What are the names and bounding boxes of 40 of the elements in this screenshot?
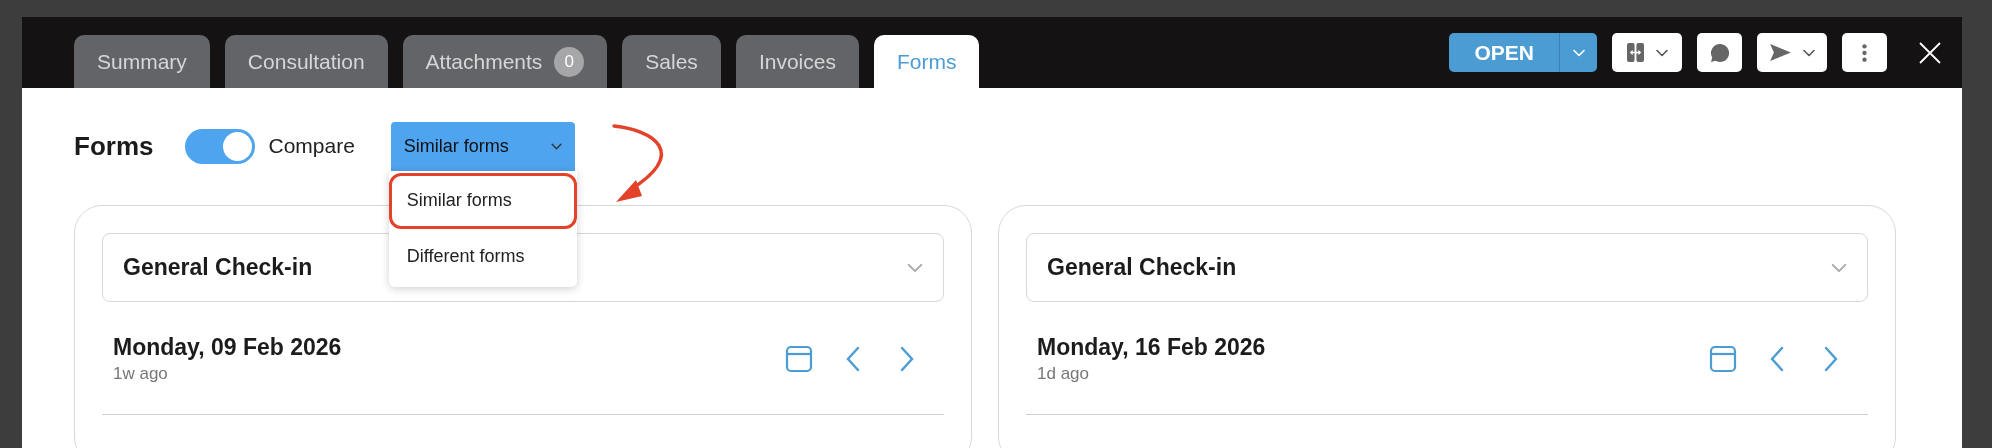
chevron-right-icon — [1824, 346, 1838, 372]
close-icon — [1918, 40, 1942, 65]
chat-button[interactable] — [1697, 33, 1742, 72]
compare-toggle[interactable] — [185, 128, 256, 164]
tab[interactable]: Invoices — [735, 35, 859, 88]
relative-time: 1w ago — [113, 363, 169, 385]
compare-menu-button[interactable] — [1612, 33, 1682, 72]
send-menu-button[interactable] — [1757, 33, 1827, 72]
count-badge: 0 — [554, 46, 585, 77]
more-icon — [1862, 42, 1867, 63]
chevron-right-icon — [900, 346, 914, 372]
tab[interactable]: Sales — [622, 35, 721, 88]
chevron-left-icon — [1770, 346, 1784, 372]
toggle-label: Compare — [268, 133, 355, 160]
chevron-left-icon — [846, 346, 860, 372]
form-date: Monday, 16 Feb 2026 — [1037, 333, 1266, 362]
chat-bubble-icon — [1709, 42, 1730, 63]
caret-icon — [907, 262, 923, 273]
send-icon — [1769, 44, 1791, 61]
caret-icon — [1655, 48, 1668, 57]
form-filter-select[interactable]: Similar forms — [390, 121, 575, 171]
tab[interactable]: Summary — [74, 35, 210, 88]
caret-icon — [1831, 262, 1847, 273]
form-date: Monday, 09 Feb 2026 — [113, 333, 342, 362]
dropdown-option[interactable]: Similar forms — [388, 172, 577, 229]
form-select[interactable]: General Check-in — [1026, 233, 1868, 302]
page-title: Forms — [74, 129, 154, 163]
calendar-button[interactable] — [1709, 345, 1737, 373]
calendar-icon — [785, 345, 813, 373]
relative-time: 1d ago — [1037, 363, 1090, 385]
tab[interactable]: Forms — [873, 35, 980, 88]
tab[interactable]: Consultation — [224, 35, 388, 88]
more-button[interactable] — [1842, 33, 1887, 72]
split-view-icon — [1626, 43, 1644, 62]
calendar-icon — [1709, 345, 1737, 373]
caret-icon — [1802, 48, 1815, 57]
caret-icon — [1572, 48, 1585, 57]
caret-icon — [550, 142, 562, 150]
tab[interactable]: Attachments 0 — [402, 35, 608, 88]
calendar-button[interactable] — [785, 345, 813, 373]
